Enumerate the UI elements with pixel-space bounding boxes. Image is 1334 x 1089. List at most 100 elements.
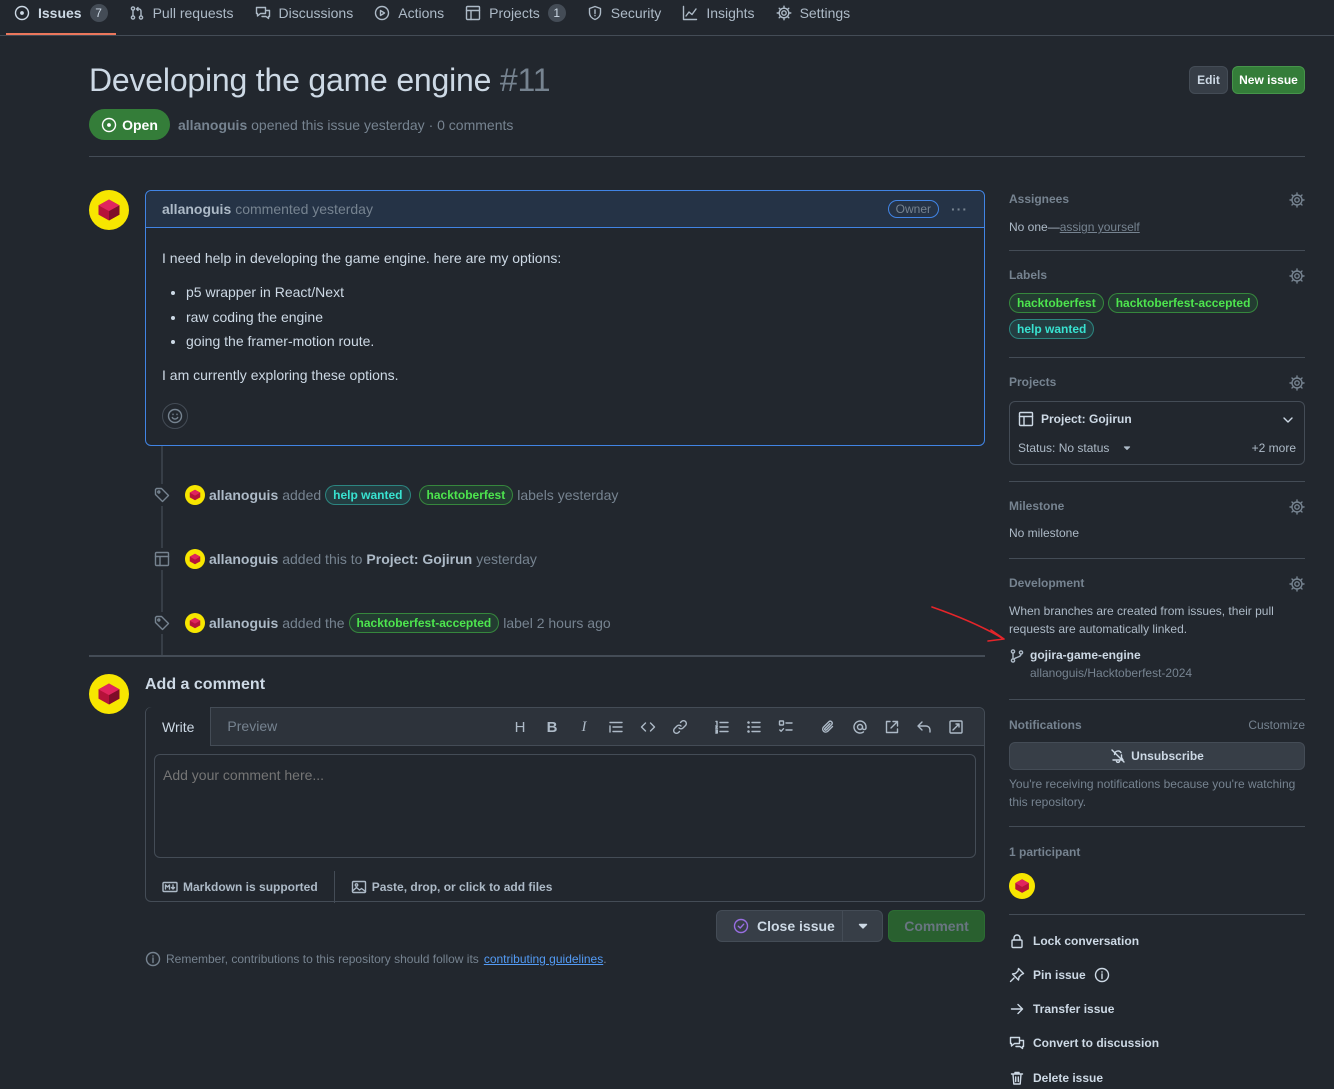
pin-issue-action[interactable]: Pin issue bbox=[1009, 967, 1110, 983]
nav-tab-pull-requests[interactable]: Pull requests bbox=[121, 0, 242, 26]
new-issue-button[interactable]: New issue bbox=[1232, 66, 1305, 94]
issue-state-badge: Open bbox=[89, 109, 170, 140]
assignees-none: No one— bbox=[1009, 220, 1060, 234]
gear-icon[interactable] bbox=[1289, 499, 1305, 515]
tab-write[interactable]: Write bbox=[146, 707, 212, 746]
add-reaction-button[interactable] bbox=[162, 403, 188, 429]
chevron-down-icon[interactable] bbox=[1280, 412, 1296, 428]
nav-tab-issues[interactable]: Issues 7 bbox=[6, 0, 116, 35]
label-help-wanted[interactable]: help wanted bbox=[325, 485, 411, 505]
contributing-guidelines-link[interactable]: contributing guidelines bbox=[484, 952, 603, 966]
unsubscribe-button[interactable]: Unsubscribe bbox=[1009, 742, 1305, 770]
timeline-actor[interactable]: allanoguis bbox=[209, 487, 278, 503]
nav-tab-settings[interactable]: Settings bbox=[768, 0, 859, 26]
project-more[interactable]: +2 more bbox=[1252, 441, 1296, 455]
unsubscribe-label: Unsubscribe bbox=[1131, 749, 1204, 763]
avatar-icon bbox=[1015, 879, 1029, 893]
attach-button[interactable] bbox=[812, 718, 844, 736]
tab-preview[interactable]: Preview bbox=[211, 707, 293, 745]
timeline-verb: added the bbox=[282, 615, 345, 631]
edit-button[interactable]: Edit bbox=[1189, 66, 1228, 94]
issue-author-link[interactable]: allanoguis bbox=[178, 117, 247, 133]
attach-files-link[interactable]: Paste, drop, or click to add files bbox=[351, 879, 552, 895]
comment-author[interactable]: allanoguis bbox=[162, 201, 231, 217]
bold-button[interactable]: B bbox=[536, 718, 568, 736]
close-issue-button[interactable]: Close issue bbox=[716, 910, 883, 942]
comment-icon bbox=[1009, 1036, 1025, 1050]
avatar[interactable] bbox=[185, 613, 205, 633]
reference-button[interactable] bbox=[876, 718, 908, 736]
smiley-icon bbox=[167, 408, 183, 424]
project-status[interactable]: Status: No status bbox=[1018, 441, 1133, 455]
branch-repo: allanoguis/Hacktoberfest-2024 bbox=[1030, 666, 1193, 680]
timeline-actor[interactable]: allanoguis bbox=[209, 551, 278, 567]
nav-tab-actions[interactable]: Actions bbox=[366, 0, 452, 26]
gear-icon[interactable] bbox=[1289, 576, 1305, 592]
sidebar-milestone: Milestone No milestone bbox=[1009, 499, 1305, 540]
git-pull-request-icon bbox=[130, 6, 143, 20]
markdown-link[interactable]: Markdown is supported bbox=[162, 879, 318, 895]
notice-text: Remember, contributions to this reposito… bbox=[166, 952, 479, 966]
numbered-list-button[interactable] bbox=[706, 718, 738, 736]
assign-yourself-link[interactable]: assign yourself bbox=[1060, 220, 1140, 234]
avatar[interactable] bbox=[185, 485, 205, 505]
label-hacktoberfest-accepted[interactable]: hacktoberfest-accepted bbox=[348, 613, 500, 633]
saved-replies-button[interactable] bbox=[908, 718, 940, 736]
avatar[interactable] bbox=[89, 190, 129, 230]
close-issue-main[interactable]: Close issue bbox=[717, 911, 842, 941]
nav-tab-insights[interactable]: Insights bbox=[674, 0, 762, 26]
info-icon[interactable] bbox=[1094, 967, 1110, 983]
timeline-divider bbox=[89, 655, 985, 657]
comment-options-list: p5 wrapper in React/Next raw coding the … bbox=[186, 282, 968, 351]
transfer-issue-action[interactable]: Transfer issue bbox=[1009, 1001, 1114, 1017]
markdown-toolbar: H B I bbox=[504, 718, 972, 736]
sidebar-divider bbox=[1009, 699, 1305, 700]
gear-icon[interactable] bbox=[1289, 192, 1305, 208]
code-button[interactable] bbox=[632, 718, 664, 736]
timeline-project-link[interactable]: Project: Gojirun bbox=[366, 551, 472, 567]
timeline-actor[interactable]: allanoguis bbox=[209, 615, 278, 631]
customize-link[interactable]: Customize bbox=[1248, 718, 1305, 732]
comment-button[interactable]: Comment bbox=[888, 910, 985, 942]
nav-tab-discussions[interactable]: Discussions bbox=[247, 0, 362, 26]
quote-button[interactable] bbox=[600, 718, 632, 736]
timeline-verb: added bbox=[282, 487, 322, 503]
git-branch-icon bbox=[1010, 649, 1024, 663]
close-options-dropdown[interactable] bbox=[842, 911, 882, 941]
nav-tab-security[interactable]: Security bbox=[579, 0, 670, 26]
mention-button[interactable] bbox=[844, 718, 876, 736]
contributing-notice: Remember, contributions to this reposito… bbox=[145, 951, 607, 967]
delete-issue-action[interactable]: Delete issue bbox=[1009, 1070, 1103, 1086]
lock-conversation-action[interactable]: Lock conversation bbox=[1009, 933, 1139, 949]
add-comment-heading: Add a comment bbox=[145, 676, 266, 693]
label-help-wanted[interactable]: help wanted bbox=[1009, 319, 1095, 339]
label-hacktoberfest-accepted[interactable]: hacktoberfest-accepted bbox=[1107, 293, 1259, 313]
convert-to-discussion-action[interactable]: Convert to discussion bbox=[1009, 1035, 1159, 1051]
label-hacktoberfest[interactable]: hacktoberfest bbox=[1009, 293, 1104, 313]
project-card[interactable]: Project: Gojirun Status: No status +2 mo… bbox=[1009, 401, 1305, 465]
gear-icon[interactable] bbox=[1289, 268, 1305, 284]
graph-icon bbox=[683, 5, 698, 21]
triangle-down-icon bbox=[1124, 446, 1131, 451]
branch-name[interactable]: gojira-game-engine bbox=[1030, 648, 1192, 662]
avatar[interactable] bbox=[185, 549, 205, 569]
comment-textarea[interactable] bbox=[154, 754, 976, 858]
action-label: Convert to discussion bbox=[1033, 1036, 1160, 1050]
gear-icon[interactable] bbox=[1289, 375, 1305, 391]
sidebar-divider bbox=[1009, 481, 1305, 482]
italic-button[interactable]: I bbox=[568, 718, 600, 736]
linked-branch[interactable]: gojira-game-engine allanoguis/Hacktoberf… bbox=[1009, 648, 1305, 680]
bulleted-list-button[interactable] bbox=[738, 718, 770, 736]
task-list-button[interactable] bbox=[770, 718, 802, 736]
link-button[interactable] bbox=[664, 718, 696, 736]
comment-options-button[interactable]: ··· bbox=[951, 201, 968, 217]
project-title[interactable]: Project: Gojirun bbox=[1018, 411, 1132, 427]
project-name: Project: Gojirun bbox=[1041, 412, 1132, 426]
label-hacktoberfest[interactable]: hacktoberfest bbox=[418, 485, 514, 505]
heading-button[interactable]: H bbox=[504, 718, 536, 736]
avatar[interactable] bbox=[1009, 873, 1035, 899]
avatar[interactable] bbox=[89, 674, 129, 714]
nav-tab-projects[interactable]: Projects 1 bbox=[457, 0, 574, 26]
timeline-tail: yesterday bbox=[476, 551, 537, 567]
fullscreen-button[interactable] bbox=[940, 718, 972, 736]
